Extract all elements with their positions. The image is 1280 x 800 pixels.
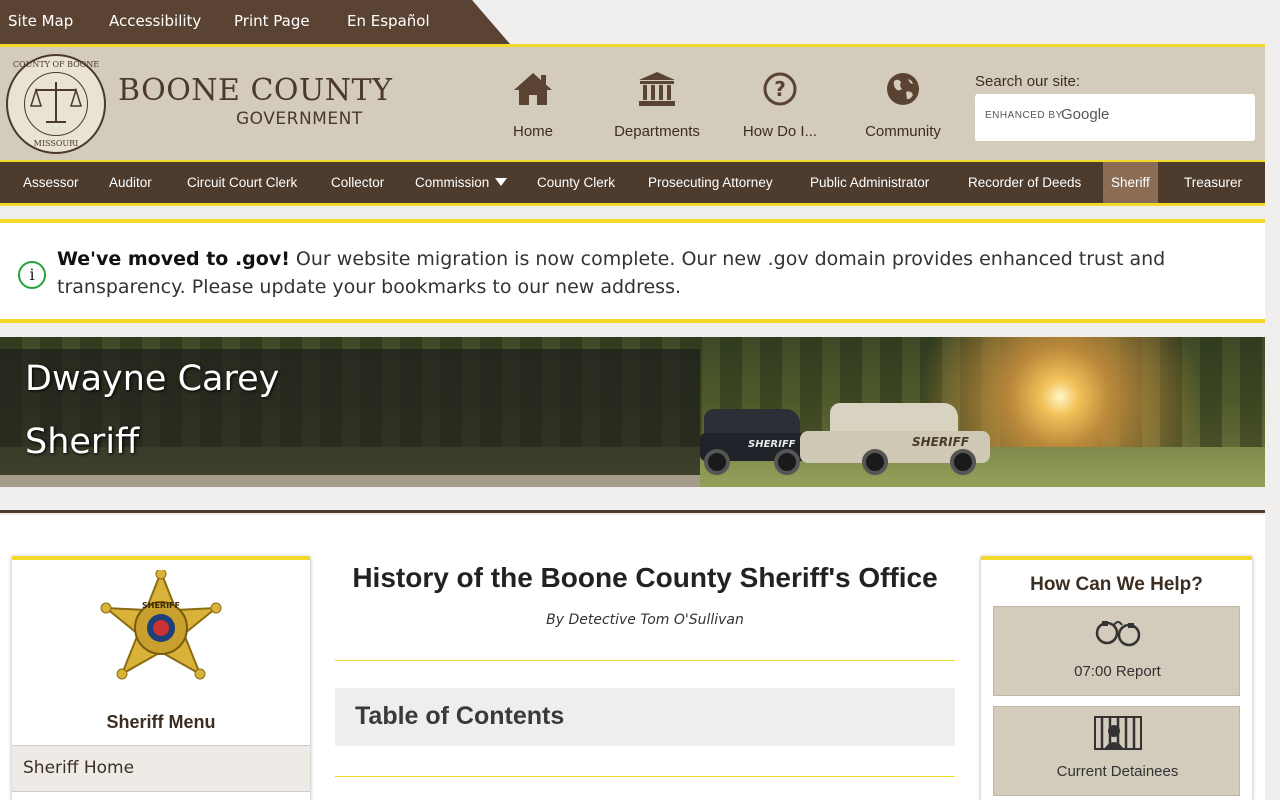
nav-how-do-i[interactable]: ? How Do I... <box>720 69 840 140</box>
dept-collector[interactable]: Collector <box>323 162 392 203</box>
nav-home-label: Home <box>512 123 553 140</box>
dept-auditor[interactable]: Auditor <box>101 162 160 203</box>
page-title: History of the Boone County Sheriff's Of… <box>352 562 938 593</box>
alert-message: We've moved to .gov! Our website migrati… <box>57 245 1247 301</box>
article-byline: By Detective Tom O'Sullivan <box>546 612 744 628</box>
help-sidebar: How Can We Help? 07:00 Report Current De… <box>981 556 1252 800</box>
nav-home[interactable]: Home <box>473 69 593 140</box>
sheriff-name: Dwayne Carey <box>25 359 280 399</box>
vehicle-label-2: SHERIFF <box>912 435 969 449</box>
nav-departments[interactable]: Departments <box>597 69 717 140</box>
sheriff-menu-title: Sheriff Menu <box>106 712 216 732</box>
handcuffs-icon <box>994 613 1241 653</box>
brand-subtitle[interactable]: GOVERNMENT <box>236 109 363 129</box>
alert-bold: We've moved to .gov! <box>57 248 290 270</box>
nav-how-do-i-label: How Do I... <box>742 123 818 140</box>
google-logo: Google <box>1061 106 1110 123</box>
tile-0700-report[interactable]: 07:00 Report <box>993 606 1240 696</box>
svg-text:?: ? <box>774 77 786 101</box>
divider <box>335 776 955 777</box>
department-nav: Assessor Auditor Circuit Court Clerk Col… <box>0 160 1265 206</box>
print-page-link[interactable]: Print Page <box>234 12 310 30</box>
seal-bottom-text: MISSOURI <box>33 139 79 148</box>
info-icon: i <box>18 261 46 289</box>
caret-down-icon <box>495 178 508 186</box>
nav-community[interactable]: Community <box>843 69 963 140</box>
site-header: COUNTY OF BOONE MISSOURI BOONE COUNTY GO… <box>0 44 1265 160</box>
sheriff-banner: SHERIFF SHERIFF Dwayne Carey Sheriff <box>0 337 1265 487</box>
tile-0700-report-label: 07:00 Report <box>1074 663 1161 680</box>
sidebar-item-sheriff-home[interactable]: Sheriff Home <box>12 745 310 792</box>
dept-assessor[interactable]: Assessor <box>15 162 87 203</box>
home-icon <box>473 69 593 109</box>
toc-title: Table of Contents <box>355 702 565 730</box>
sheriff-badge-icon: SHERIFF <box>100 570 222 680</box>
jail-icon <box>994 713 1241 753</box>
globe-icon <box>843 69 963 109</box>
dept-recorder-of-deeds[interactable]: Recorder of Deeds <box>960 162 1089 203</box>
sheriff-sidebar: SHERIFF Sheriff Menu Sheriff Home <box>12 556 310 800</box>
sheriff-vehicle-tan: SHERIFF <box>800 403 992 475</box>
question-icon: ? <box>720 69 840 109</box>
section-divider <box>0 487 1265 513</box>
dept-commission[interactable]: Commission <box>407 162 515 203</box>
dept-treasurer[interactable]: Treasurer <box>1176 162 1250 203</box>
nav-departments-label: Departments <box>614 123 700 140</box>
building-icon <box>597 69 717 109</box>
utility-bar: Site Map Accessibility Print Page En Esp… <box>0 0 510 44</box>
dept-county-clerk[interactable]: County Clerk <box>529 162 623 203</box>
search-input[interactable]: ENHANCED BY Google <box>975 94 1255 141</box>
site-map-link[interactable]: Site Map <box>8 12 73 30</box>
divider <box>335 660 955 661</box>
sheriff-vehicle-dark: SHERIFF <box>700 409 810 475</box>
dept-sheriff[interactable]: Sheriff <box>1103 162 1158 203</box>
scales-icon <box>29 82 83 123</box>
search-enhanced-by: ENHANCED BY <box>985 110 1063 121</box>
brand-title[interactable]: BOONE COUNTY <box>118 73 392 108</box>
table-of-contents-toggle[interactable]: Table of Contents <box>335 688 955 746</box>
espanol-link[interactable]: En Español <box>347 12 430 30</box>
dept-commission-label: Commission <box>415 175 490 190</box>
seal-top-text: COUNTY OF BOONE <box>12 60 100 69</box>
search-label: Search our site: <box>975 73 1081 90</box>
dept-circuit-court-clerk[interactable]: Circuit Court Clerk <box>179 162 305 203</box>
dept-prosecuting-attorney[interactable]: Prosecuting Attorney <box>640 162 781 203</box>
dept-public-administrator[interactable]: Public Administrator <box>802 162 937 203</box>
help-title: How Can We Help? <box>1030 574 1203 595</box>
nav-community-label: Community <box>865 123 941 140</box>
badge-text: SHERIFF <box>142 601 180 610</box>
county-seal-logo[interactable]: COUNTY OF BOONE MISSOURI <box>6 54 106 154</box>
accessibility-link[interactable]: Accessibility <box>109 12 201 30</box>
tile-current-detainees-label: Current Detainees <box>1056 763 1179 780</box>
migration-alert: i We've moved to .gov! Our website migra… <box>0 219 1265 323</box>
tile-current-detainees[interactable]: Current Detainees <box>993 706 1240 796</box>
banner-road <box>0 475 700 487</box>
sheriff-title: Sheriff <box>25 422 140 462</box>
